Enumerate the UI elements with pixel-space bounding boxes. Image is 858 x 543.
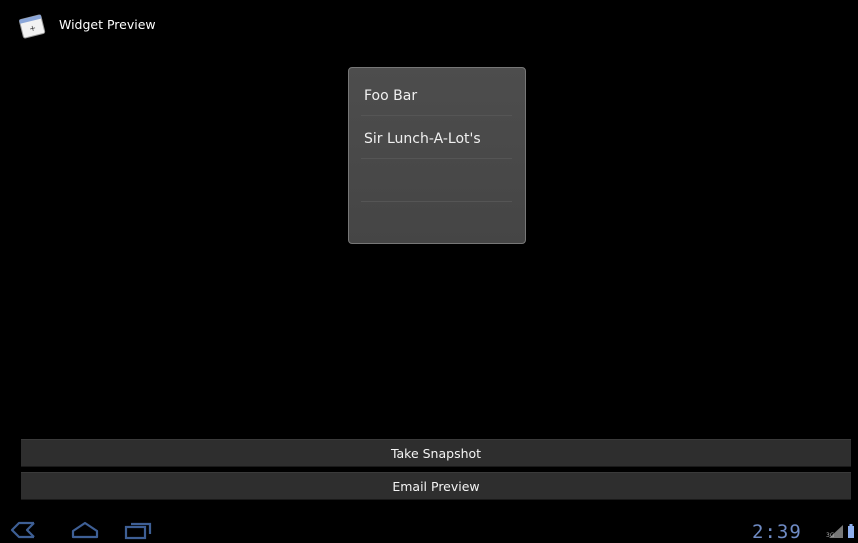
take-snapshot-button[interactable]: Take Snapshot	[21, 439, 851, 467]
clock[interactable]: 2:39	[752, 522, 828, 540]
widget-preview-frame: Foo Bar Sir Lunch-A-Lot's	[348, 67, 526, 244]
home-icon[interactable]	[70, 520, 100, 540]
email-preview-button[interactable]: Email Preview	[21, 472, 851, 500]
widget-list-item-label: Sir Lunch-A-Lot's	[364, 131, 481, 147]
network-3g-label: 3G	[826, 532, 835, 539]
widget-list-item[interactable]: Foo Bar	[361, 73, 512, 116]
widget-preview-app-icon: +	[19, 14, 46, 39]
app-title: Widget Preview	[59, 17, 156, 32]
signal-icon: 3G	[826, 525, 843, 539]
widget-list-item-label: Foo Bar	[364, 88, 418, 104]
widget-list-item-empty	[361, 202, 512, 245]
widget-list-item-empty	[361, 159, 512, 202]
clock-text: 2:39	[752, 522, 802, 540]
back-icon[interactable]	[10, 520, 36, 540]
battery-icon	[848, 524, 854, 538]
widget-list-item[interactable]: Sir Lunch-A-Lot's	[361, 116, 512, 159]
recent-apps-icon[interactable]	[124, 520, 152, 540]
